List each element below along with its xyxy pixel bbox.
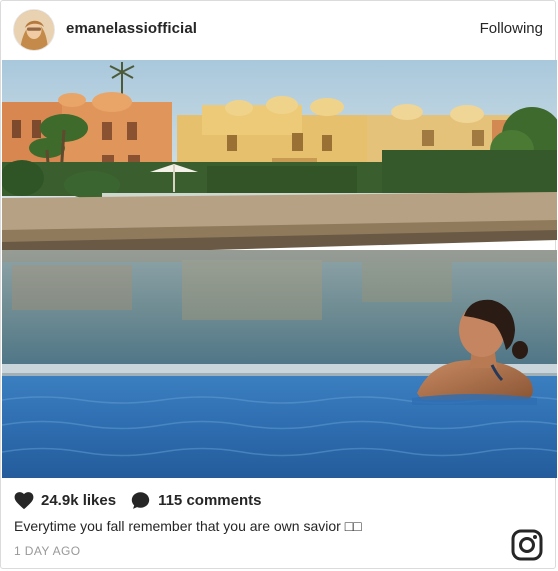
following-button[interactable]: Following (480, 20, 543, 37)
post-caption: Everytime you fall remember that you are… (14, 518, 362, 534)
instagram-post-card: emanelassiofficial Following 24.9k likes… (0, 0, 557, 569)
post-header: emanelassiofficial Following (1, 1, 555, 59)
post-photo[interactable] (2, 60, 557, 478)
heart-icon[interactable] (14, 491, 34, 510)
comment-bubble-icon[interactable] (131, 491, 150, 510)
instagram-logo-icon[interactable] (511, 529, 543, 561)
username[interactable]: emanelassiofficial (66, 20, 197, 37)
avatar[interactable] (14, 10, 54, 50)
post-timestamp: 1 DAY AGO (14, 544, 81, 558)
likes-count[interactable]: 24.9k likes (41, 492, 116, 509)
engagement-stats: 24.9k likes 115 comments (14, 491, 261, 510)
comments-count[interactable]: 115 comments (158, 492, 261, 509)
